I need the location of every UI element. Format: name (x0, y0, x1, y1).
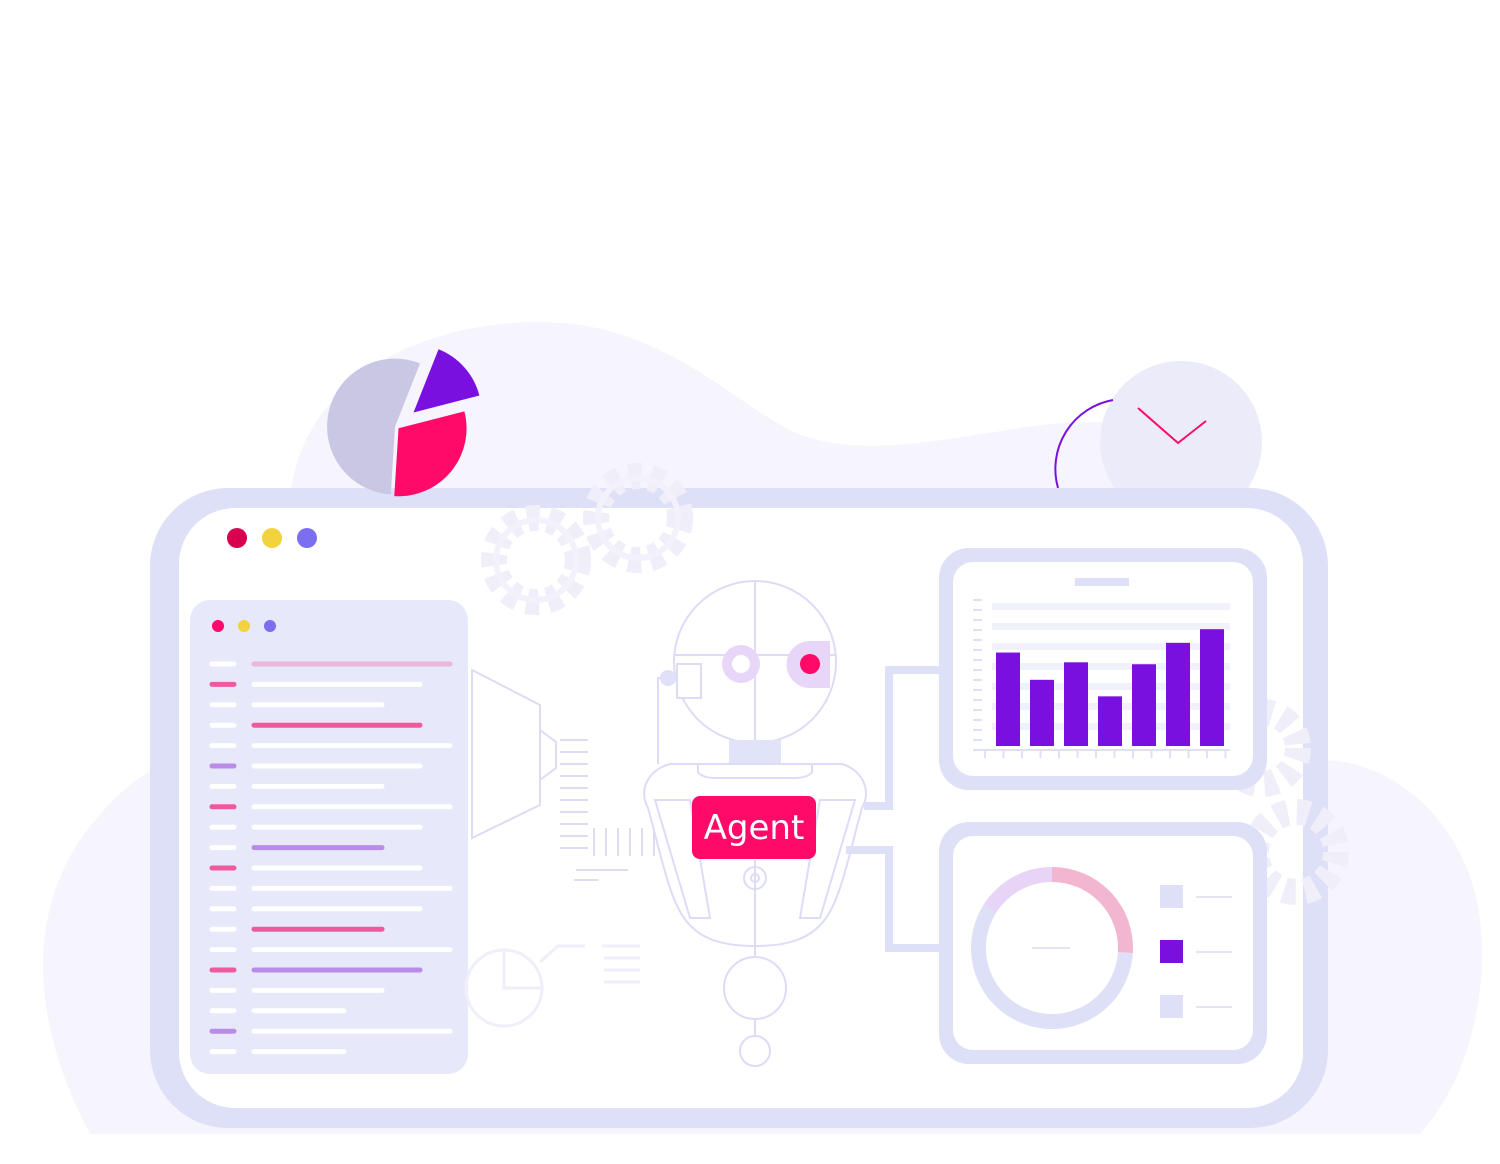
sidebar-minimize-dot[interactable] (238, 620, 250, 632)
bar-chart-gridline (992, 683, 1230, 690)
window-controls (227, 528, 317, 548)
donut-chart-body (953, 836, 1253, 1050)
bar-chart-card (939, 548, 1267, 790)
robot-ear-bolt (660, 670, 676, 686)
window-maximize-dot[interactable] (297, 528, 317, 548)
bar-chart-gridline (992, 643, 1230, 650)
bar-chart-bar (1030, 679, 1054, 746)
robot-eye-right-pupil (800, 654, 820, 674)
window-minimize-dot[interactable] (262, 528, 282, 548)
bar-chart-bar (1132, 664, 1156, 746)
sidebar-maximize-dot[interactable] (264, 620, 276, 632)
agent-badge: Agent (692, 796, 816, 859)
robot-foot (739, 1035, 771, 1067)
robot-neck (729, 740, 781, 764)
bar-chart-bar (1064, 662, 1088, 746)
bar-chart-bar (996, 652, 1020, 746)
bar-chart-bar (1166, 642, 1190, 746)
bar-chart-title-line (1075, 578, 1129, 586)
donut-legend-swatch (1160, 995, 1183, 1018)
sidebar-controls (212, 620, 276, 632)
sidebar-bg (190, 600, 468, 1074)
sidebar-panel (190, 600, 468, 1074)
agent-label: Agent (704, 808, 805, 848)
bar-chart-gridline (992, 663, 1230, 670)
bar-chart-bar (1200, 629, 1224, 746)
window-close-dot[interactable] (227, 528, 247, 548)
bar-chart-gridline (992, 603, 1230, 610)
sidebar-close-dot[interactable] (212, 620, 224, 632)
ai-agent-illustration: Agent (42, 322, 1482, 1134)
bar-chart-bar (1098, 696, 1122, 746)
bar-chart-gridline (992, 623, 1230, 630)
donut-legend-swatch (1160, 885, 1183, 908)
robot-eye-left-pupil (732, 655, 750, 673)
robot-ear (676, 663, 702, 699)
donut-legend-swatch (1160, 940, 1183, 963)
donut-chart-card (939, 822, 1267, 1064)
illustration-stage: Agent (0, 0, 1500, 1164)
robot-base (723, 956, 787, 1020)
